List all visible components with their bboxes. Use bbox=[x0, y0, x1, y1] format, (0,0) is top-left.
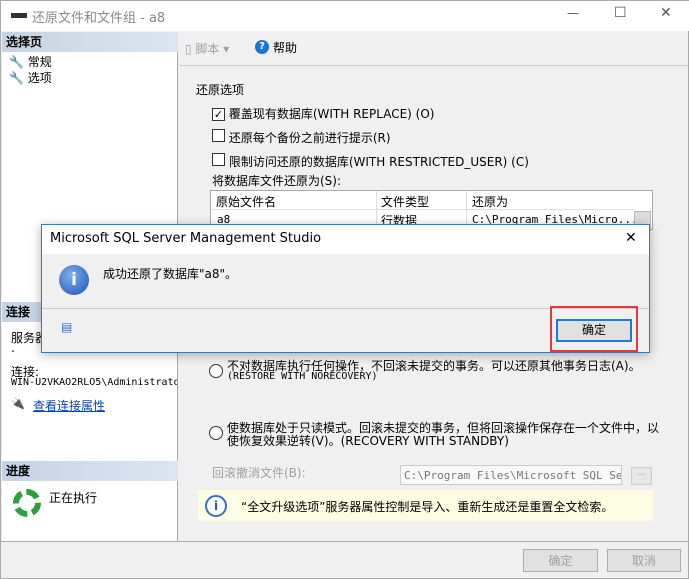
window-title: 还原文件和文件组 - a8 bbox=[32, 11, 166, 26]
column-header[interactable]: 文件类型 bbox=[381, 193, 429, 210]
dialog-ok-button[interactable]: 确定 bbox=[556, 319, 632, 342]
sidebar-item-options[interactable]: 🔧 选项 bbox=[9, 69, 52, 86]
checkbox[interactable] bbox=[212, 129, 225, 142]
browse-button[interactable]: ... bbox=[631, 467, 652, 485]
server-value: . bbox=[11, 341, 15, 355]
dialog-title: Microsoft SQL Server Management Studio bbox=[50, 231, 322, 246]
checkbox-prompt[interactable]: 还原每个备份之前进行提示(R) bbox=[212, 129, 391, 146]
script-button[interactable]: ▯ 脚本 ▾ bbox=[185, 40, 229, 57]
info-text: “全文升级选项”服务器属性控制是导入、重新生成还是重置全文检索。 bbox=[241, 500, 614, 514]
maximize-button[interactable]: ☐ bbox=[614, 5, 627, 21]
minimize-button[interactable]: — bbox=[567, 6, 579, 20]
view-connection-properties-link[interactable]: 查看连接属性 bbox=[33, 397, 105, 414]
copy-icon[interactable]: ▤ bbox=[61, 320, 72, 334]
radio-standby[interactable] bbox=[209, 426, 223, 440]
column-header[interactable]: 还原为 bbox=[472, 193, 508, 210]
checkbox-restricted-user[interactable]: 限制访问还原的数据库(WITH RESTRICTED_USER) (C) bbox=[212, 153, 529, 170]
dialog-close-button[interactable]: ✕ bbox=[625, 230, 637, 246]
wrench-icon: 🔧 bbox=[9, 71, 24, 85]
dialog-message: 成功还原了数据库"a8"。 bbox=[103, 267, 238, 281]
rollback-label: 回滚撤消文件(B): bbox=[212, 466, 306, 480]
plug-icon: 🔌 bbox=[11, 397, 25, 410]
checkbox[interactable]: ✓ bbox=[212, 108, 225, 121]
files-label: 将数据库文件还原为(S): bbox=[212, 174, 342, 188]
info-icon: i bbox=[205, 495, 227, 517]
radio-label: (RESTORE WITH NORECOVERY) bbox=[227, 371, 378, 382]
close-button[interactable]: ✕ bbox=[660, 5, 672, 21]
help-icon: ? bbox=[255, 40, 269, 54]
wrench-icon: 🔧 bbox=[9, 55, 24, 69]
connection-value: WIN-U2VKAO2RLO5\Administrator bbox=[11, 377, 177, 388]
checkbox-with-replace[interactable]: ✓ 覆盖现有数据库(WITH REPLACE) (O) bbox=[212, 105, 434, 122]
toolbar: ▯ 脚本 ▾ ? 帮助 bbox=[179, 32, 688, 66]
info-icon: i bbox=[59, 265, 89, 295]
ok-button[interactable]: 确定 bbox=[523, 549, 598, 572]
sidebar-item-general[interactable]: 🔧 常规 bbox=[9, 53, 52, 70]
message-dialog: Microsoft SQL Server Management Studio ✕… bbox=[41, 224, 650, 353]
sidebar-item-label: 常规 bbox=[27, 55, 52, 69]
spinner-icon bbox=[13, 489, 41, 517]
radio-norecovery[interactable] bbox=[209, 364, 223, 378]
dialog-title-bar: Microsoft SQL Server Management Studio ✕ bbox=[42, 225, 649, 254]
checkbox[interactable] bbox=[212, 153, 225, 166]
rollback-file-input[interactable]: C:\Program Files\Microsoft SQL Serve bbox=[400, 465, 622, 485]
cancel-button[interactable]: 取消 bbox=[607, 549, 681, 572]
section-title: 还原选项 bbox=[196, 83, 245, 97]
info-banner: i “全文升级选项”服务器属性控制是导入、重新生成还是重置全文检索。 bbox=[198, 490, 653, 521]
progress-header: 进度 bbox=[2, 461, 178, 481]
title-bar: 还原文件和文件组 - a8 — ☐ ✕ bbox=[1, 1, 689, 31]
app-icon bbox=[11, 13, 27, 18]
radio-label: 使恢复效果逆转(V)。(RECOVERY WITH STANDBY) bbox=[227, 434, 509, 448]
select-page-header: 选择页 bbox=[2, 32, 178, 52]
progress-status: 正在执行 bbox=[49, 491, 98, 505]
sidebar-item-label: 选项 bbox=[27, 71, 52, 85]
help-button[interactable]: 帮助 bbox=[273, 39, 297, 56]
column-header[interactable]: 原始文件名 bbox=[216, 193, 276, 210]
